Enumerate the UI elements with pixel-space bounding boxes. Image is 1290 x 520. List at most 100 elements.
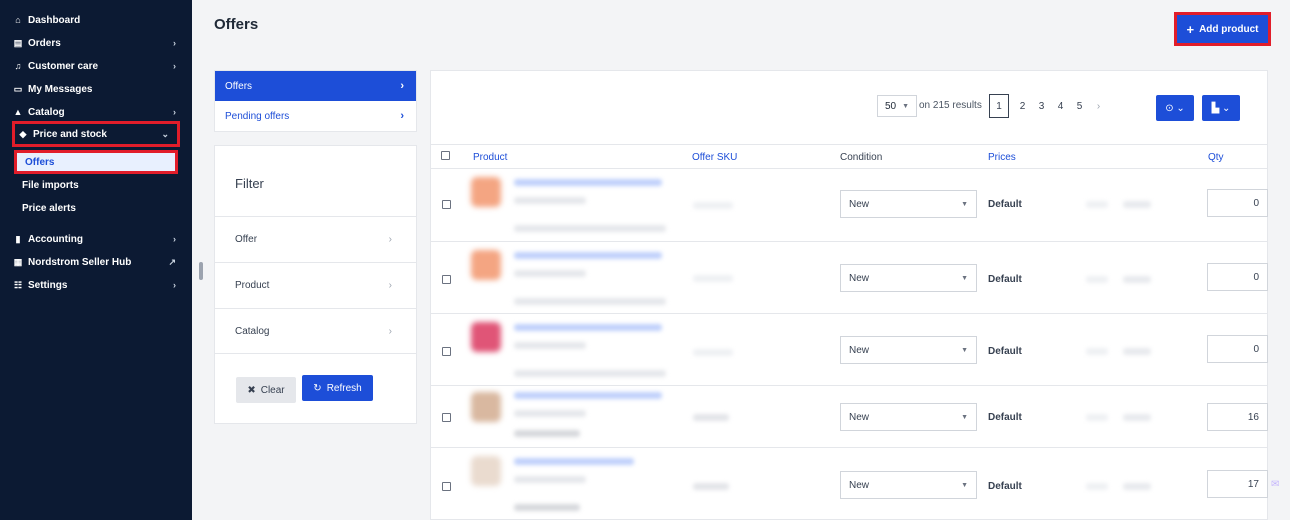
price-label: Default [988,346,1022,357]
qty-input[interactable]: 0 [1207,335,1268,363]
column-product[interactable]: Product [473,152,507,163]
tab-offers[interactable]: Offers › [215,71,416,101]
page-5[interactable]: 5 [1070,94,1089,118]
sidebar-item-catalog[interactable]: ▲ Catalog › [8,101,184,123]
caret-down-icon: ▼ [902,102,910,110]
price-redacted [1086,483,1108,490]
per-page-select[interactable]: 50 ▼ [877,95,917,117]
offer-sku-redacted [693,349,733,356]
settings-circle-icon: ⊙ ⌄ [1165,102,1185,114]
price-redacted [1086,414,1108,421]
export-menu-button[interactable]: ▙ ⌄ [1202,95,1240,121]
condition-select[interactable]: New ▼ [840,336,977,364]
next-page-button[interactable]: › [1089,94,1108,118]
condition-select[interactable]: New ▼ [840,190,977,218]
column-qty[interactable]: Qty [1208,152,1224,163]
qty-input[interactable]: 0 [1207,263,1268,291]
row-checkbox[interactable] [442,482,451,491]
price-redacted [1123,276,1151,283]
refresh-button[interactable]: ↻ Refresh [302,375,373,401]
condition-value: New [849,479,870,491]
product-meta-redacted [514,504,580,511]
sidebar-item-my-messages[interactable]: ▭ My Messages [8,78,184,100]
columns-menu-button[interactable]: ⊙ ⌄ [1156,95,1194,121]
mail-icon[interactable]: ✉ [1271,479,1285,491]
product-title-redacted [514,324,662,331]
catalog-icon: ▲ [13,107,23,117]
sidebar-subitem-file-imports[interactable]: File imports [14,175,178,195]
sidebar-item-label: Price and stock [33,128,107,140]
product-meta-redacted [514,370,666,377]
caret-down-icon: ▼ [961,346,968,354]
condition-value: New [849,411,870,423]
sidebar-item-settings[interactable]: ☷ Settings › [8,274,184,296]
product-meta-redacted [514,410,586,417]
product-title-redacted [514,252,662,259]
price-redacted [1086,201,1108,208]
chevron-right-icon: › [388,280,392,291]
sidebar-item-price-and-stock[interactable]: ◆ Price and stock ⌄ [12,121,180,147]
page-1[interactable]: 1 [989,94,1009,118]
price-redacted [1086,276,1108,283]
condition-select[interactable]: New ▼ [840,403,977,431]
sidebar-item-customer-care[interactable]: ♫ Customer care › [8,55,184,77]
row-checkbox[interactable] [442,413,451,422]
price-redacted [1123,414,1151,421]
row-checkbox[interactable] [442,200,451,209]
caret-down-icon: ▼ [961,274,968,282]
chevron-right-icon: › [400,80,404,92]
clear-button[interactable]: ✖ Clear [236,377,296,403]
page-2[interactable]: 2 [1013,94,1032,118]
clear-label: Clear [260,384,285,396]
filter-row-product[interactable]: Product › [215,262,416,308]
product-meta-redacted [514,270,586,277]
add-product-button[interactable]: + Add product [1177,15,1268,43]
qty-input[interactable]: 16 [1207,403,1268,431]
product-meta-redacted [514,225,666,232]
sidebar-subitem-label: Offers [25,156,55,168]
condition-value: New [849,344,870,356]
row-checkbox[interactable] [442,275,451,284]
qty-input[interactable]: 17 [1207,470,1268,498]
product-thumbnail [471,177,501,207]
price-label: Default [988,199,1022,210]
column-prices[interactable]: Prices [988,152,1016,163]
row-checkbox[interactable] [442,347,451,356]
sidebar-item-dashboard[interactable]: ⌂ Dashboard [8,9,184,31]
sidebar-resize-handle[interactable] [199,262,203,280]
sidebar-subitem-offers[interactable]: Offers [14,150,178,174]
column-condition: Condition [840,152,883,163]
qty-input[interactable]: 0 [1207,189,1268,217]
filter-row-catalog[interactable]: Catalog › [215,308,416,354]
tab-label: Pending offers [225,110,290,122]
sidebar-item-label: My Messages [28,83,93,95]
select-all-checkbox[interactable] [441,151,450,160]
table-header: Product Offer SKU Condition Prices Qty [431,144,1267,168]
sidebar-item-label: Dashboard [28,14,81,26]
settings-icon: ☷ [13,279,23,290]
sidebar-subitem-price-alerts[interactable]: Price alerts [14,198,178,218]
offer-sku-redacted [693,275,733,282]
filter-row-offer[interactable]: Offer › [215,216,416,262]
file-icon: ▙ ⌄ [1211,102,1231,114]
page-3[interactable]: 3 [1032,94,1051,118]
orders-icon: ▤ [13,37,23,48]
tag-icon: ◆ [19,128,27,139]
tab-label: Offers [225,80,253,92]
sidebar-item-nordstrom-seller-hub[interactable]: ▦ Nordstrom Seller Hub ↗ [8,251,184,273]
column-offer-sku[interactable]: Offer SKU [692,152,737,163]
sidebar-item-orders[interactable]: ▤ Orders › [8,32,184,54]
product-thumbnail [471,392,501,422]
price-redacted [1086,348,1108,355]
tab-pending-offers[interactable]: Pending offers › [215,101,416,131]
condition-select[interactable]: New ▼ [840,264,977,292]
sidebar-item-accounting[interactable]: ▮ Accounting › [8,228,184,250]
caret-down-icon: ▼ [961,481,968,489]
chevron-right-icon: › [400,110,404,122]
condition-select[interactable]: New ▼ [840,471,977,499]
page-4[interactable]: 4 [1051,94,1070,118]
product-meta-redacted [514,430,580,437]
add-product-highlight: + Add product [1174,12,1271,46]
chevron-right-icon: › [173,234,176,244]
table-row: New ▼ Default 16 [431,385,1268,447]
